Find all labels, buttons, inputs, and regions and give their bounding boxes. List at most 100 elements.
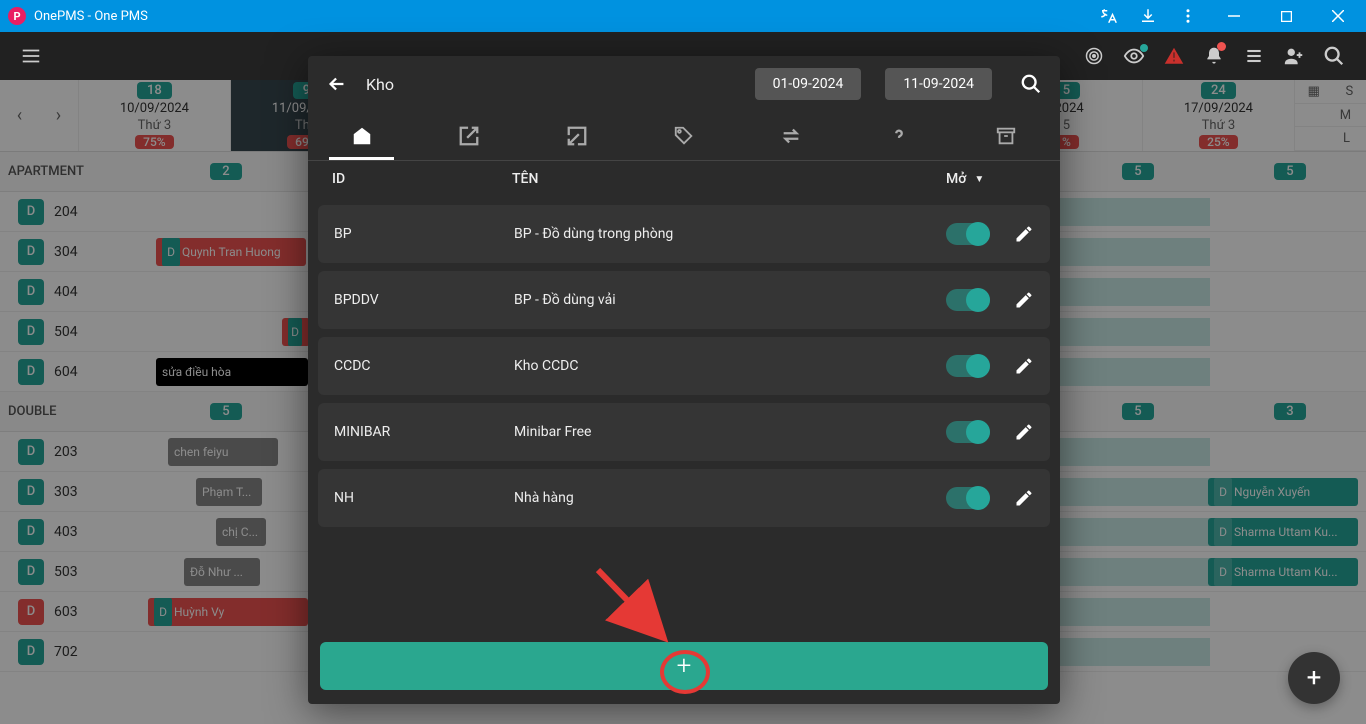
day-count-badge: 24 (1201, 82, 1236, 99)
room-number: 404 (54, 284, 78, 300)
edit-icon[interactable] (1014, 422, 1034, 442)
menu-button[interactable] (12, 37, 50, 75)
room-status-chip: D (18, 519, 44, 545)
room-status-chip: D (18, 479, 44, 505)
section-label: APARTMENT (0, 164, 150, 179)
modal-search-icon[interactable] (1020, 73, 1042, 95)
close-button[interactable] (1318, 0, 1358, 32)
reservation-block[interactable]: Đỗ Như ... (184, 558, 260, 586)
row-toggle[interactable] (946, 487, 990, 509)
edit-icon[interactable] (1014, 290, 1034, 310)
warehouse-row: NH Nhà hàng (318, 469, 1050, 527)
calendar-icon[interactable]: ▦ (1308, 84, 1320, 99)
room-number: 203 (54, 444, 78, 460)
table-header: ID TÊN Mở▼ (308, 161, 1060, 197)
reservation-block[interactable]: chị C... (216, 518, 266, 546)
tab-home[interactable] (308, 112, 415, 160)
row-toggle[interactable] (946, 223, 990, 245)
tab-transfer[interactable] (738, 112, 845, 160)
reservation-block[interactable]: DSharma Uttam Ku... (1208, 518, 1358, 546)
warehouse-row: MINIBAR Minibar Free (318, 403, 1050, 461)
row-id: BP (334, 226, 514, 242)
next-day-button[interactable]: › (56, 105, 61, 126)
bell-icon[interactable] (1194, 36, 1234, 76)
size-s[interactable]: S (1346, 84, 1354, 99)
day-occupancy: 75% (135, 135, 173, 149)
date-from-button[interactable]: 01-09-2024 (755, 68, 862, 100)
row-name: Minibar Free (514, 424, 946, 440)
date-to-button[interactable]: 11-09-2024 (885, 68, 992, 100)
section-count-cell: 3 (1214, 403, 1366, 420)
tab-export[interactable] (523, 112, 630, 160)
edit-icon[interactable] (1014, 356, 1034, 376)
reservation-block[interactable]: chen feiyu (168, 438, 278, 466)
table-body: BP BP - Đồ dùng trong phòng BPDDV BP - Đ… (308, 197, 1060, 632)
day-occupancy: 25% (1199, 135, 1237, 149)
row-id: CCDC (334, 358, 514, 374)
size-l[interactable]: L (1343, 131, 1350, 146)
col-open-dropdown[interactable]: Mở▼ (946, 171, 1036, 187)
download-icon[interactable] (1134, 2, 1162, 30)
size-m[interactable]: M (1340, 108, 1351, 123)
tab-help[interactable] (845, 112, 952, 160)
day-dow: Thứ 3 (1202, 118, 1236, 133)
row-toggle[interactable] (946, 289, 990, 311)
room-number: 304 (54, 244, 78, 260)
day-dow: Thứ 3 (138, 118, 172, 133)
room-number: 603 (54, 604, 78, 620)
warning-icon[interactable] (1154, 36, 1194, 76)
room-status-chip: D (18, 199, 44, 225)
room-number: 504 (54, 324, 78, 340)
room-status-chip: D (18, 319, 44, 345)
room-status-chip: D (18, 359, 44, 385)
day-count-badge: 18 (137, 82, 172, 99)
reservation-block[interactable]: DQuynh Tran Huong (156, 238, 306, 266)
back-button[interactable] (326, 73, 348, 95)
reservation-block[interactable]: DHuỳnh Vy (148, 598, 308, 626)
eye-icon[interactable] (1114, 36, 1154, 76)
reservation-block[interactable]: sửa điều hòa (156, 358, 308, 386)
reservation-block[interactable]: Phạm T... (196, 478, 262, 506)
modal-header: Kho 01-09-2024 11-09-2024 (308, 56, 1060, 112)
more-icon[interactable] (1174, 2, 1202, 30)
day-column[interactable]: 18 10/09/2024 Thứ 3 75% (78, 80, 230, 151)
room-status-chip: D (18, 559, 44, 585)
warehouse-modal: Kho 01-09-2024 11-09-2024 ID TÊN Mở▼ BP … (308, 56, 1060, 704)
room-status-chip: D (18, 439, 44, 465)
radar-icon[interactable] (1074, 36, 1114, 76)
row-name: BP - Đồ dùng trong phòng (514, 226, 946, 242)
list-icon[interactable] (1234, 36, 1274, 76)
row-id: MINIBAR (334, 424, 514, 440)
modal-tabs (308, 112, 1060, 161)
reservation-block[interactable]: DSharma Uttam Ku... (1208, 558, 1358, 586)
tab-tag[interactable] (630, 112, 737, 160)
add-button[interactable]: + (320, 642, 1048, 690)
warehouse-row: BPDDV BP - Đồ dùng vải (318, 271, 1050, 329)
warehouse-row: CCDC Kho CCDC (318, 337, 1050, 395)
person-add-icon[interactable] (1274, 36, 1314, 76)
row-name: Kho CCDC (514, 358, 946, 374)
row-toggle[interactable] (946, 421, 990, 443)
row-id: BPDDV (334, 292, 514, 308)
section-count-cell: 2 (150, 163, 302, 180)
room-status-chip: D (18, 279, 44, 305)
room-status-chip: D (18, 599, 44, 625)
day-date: 10/09/2024 (120, 101, 189, 116)
search-icon[interactable] (1314, 36, 1354, 76)
window-title: OnePMS - One PMS (34, 9, 1094, 24)
translate-icon[interactable] (1094, 2, 1122, 30)
reservation-block[interactable]: D (282, 318, 310, 346)
maximize-button[interactable] (1266, 0, 1306, 32)
edit-icon[interactable] (1014, 488, 1034, 508)
tab-archive[interactable] (953, 112, 1060, 160)
edit-icon[interactable] (1014, 224, 1034, 244)
reservation-block[interactable]: DNguyễn Xuyến (1208, 478, 1358, 506)
prev-day-button[interactable]: ‹ (17, 105, 22, 126)
minimize-button[interactable] (1214, 0, 1254, 32)
row-name: BP - Đồ dùng vải (514, 292, 946, 308)
row-toggle[interactable] (946, 355, 990, 377)
day-column[interactable]: 24 17/09/2024 Thứ 3 25% (1142, 80, 1294, 151)
fab-add[interactable]: + (1288, 652, 1340, 704)
tab-import[interactable] (415, 112, 522, 160)
window-titlebar: P OnePMS - One PMS (0, 0, 1366, 32)
